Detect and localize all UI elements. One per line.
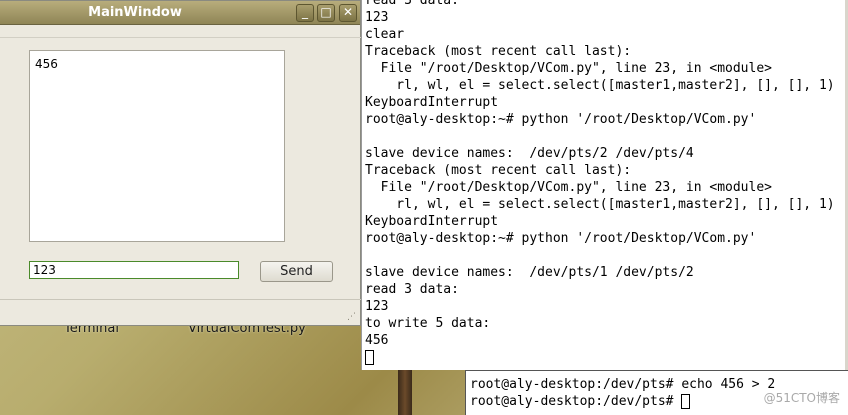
watermark: @51CTO博客 [763,391,840,405]
size-grip-icon[interactable]: ⋰ [347,312,356,322]
maximize-icon: □ [320,5,332,19]
terminal-output: root@aly-desktop:/dev/pts# echo 456 > 2r… [466,376,775,410]
minimize-icon: _ [302,5,308,19]
terminal-line: root@aly-desktop:/dev/pts# echo 456 > 2 [470,377,776,392]
received-text-area[interactable]: 456 [29,50,285,242]
terminal-line: slave device names: /dev/pts/2 /dev/pts/… [365,146,694,161]
terminal-line: 123 [365,10,389,25]
terminal-line: to write 5 data: [365,316,491,331]
main-window: MainWindow _ □ ✕ 456 Send ⋰ [0,0,361,326]
terminal-line: File "/root/Desktop/VCom.py", line 23, i… [365,61,772,76]
terminal-line: KeyboardInterrupt [365,214,499,229]
terminal-line: root@aly-desktop:/dev/pts# [466,393,775,410]
message-input[interactable] [29,261,239,279]
terminal-line: File "/root/Desktop/VCom.py", line 23, i… [365,180,772,195]
terminal-line: KeyboardInterrupt [365,95,499,110]
terminal-line: 456 [365,333,389,348]
terminal-line: read 3 data: [365,0,459,8]
terminal-line: 123 [365,299,389,314]
statusbar-divider [0,299,361,300]
terminal-line: root@aly-desktop:~# python '/root/Deskto… [365,231,757,246]
terminal-line: Traceback (most recent call last): [365,44,632,59]
terminal-line: read 3 data: [365,282,459,297]
terminal-line: rl, wl, el = select.select([master1,mast… [365,78,835,93]
minimize-button[interactable]: _ [296,4,314,22]
maximize-button[interactable]: □ [317,4,335,22]
terminal-cursor-line [362,349,835,366]
terminal-line: clear [365,27,405,42]
close-button[interactable]: ✕ [339,4,357,22]
send-button[interactable]: Send [260,261,333,282]
close-icon: ✕ [342,5,354,19]
terminal-line: root@aly-desktop:~# python '/root/Deskto… [365,112,757,127]
terminal-line: rl, wl, el = select.select([master1,mast… [365,197,835,212]
wallpaper-detail [398,370,412,415]
terminal-main[interactable]: read 3 data: 123 clear Traceback (most rece… [361,0,848,370]
terminal-cursor [681,394,691,409]
terminal-line: Traceback (most recent call last): [365,163,632,178]
terminal-output: read 3 data: 123 clear Traceback (most rece… [362,0,835,366]
window-title: MainWindow [88,5,182,20]
titlebar[interactable]: MainWindow _ □ ✕ [0,1,360,25]
terminal-cursor [365,350,374,365]
terminal-small[interactable]: root@aly-desktop:/dev/pts# echo 456 > 2r… [465,370,848,415]
terminal-line: slave device names: /dev/pts/1 /dev/pts/… [365,265,694,280]
divider [0,37,361,38]
